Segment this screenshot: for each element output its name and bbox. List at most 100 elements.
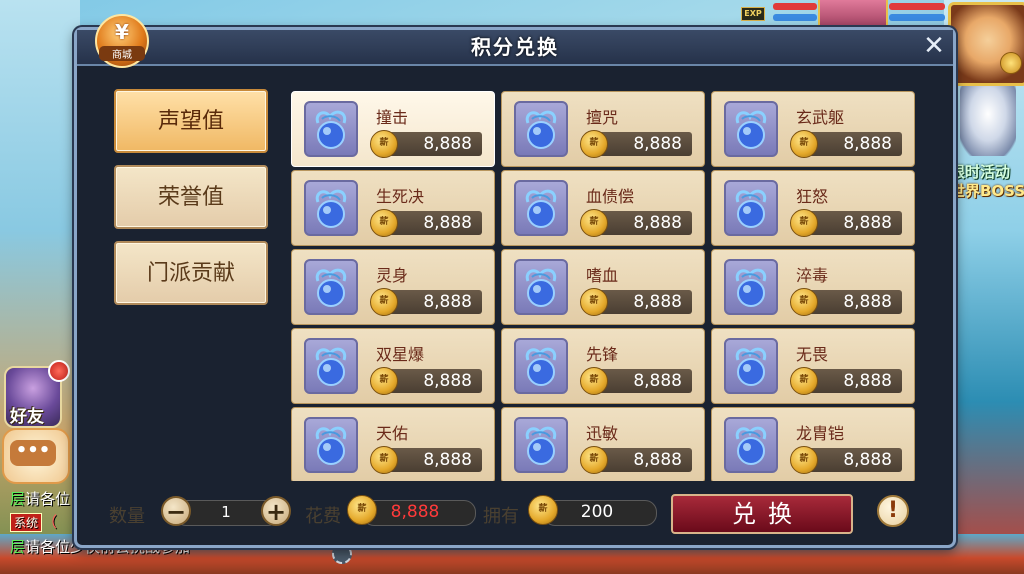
quantity-label: 数量: [109, 506, 145, 527]
orb-icon: [304, 101, 358, 157]
exp-badge: EXP: [741, 7, 765, 21]
orb-icon: [514, 417, 568, 473]
item-card[interactable]: 迅敏薪 8,888: [501, 407, 705, 481]
item-price: 8,888: [423, 450, 472, 470]
pet-portrait[interactable]: [818, 0, 888, 30]
item-price: 8,888: [843, 450, 892, 470]
item-name: 生死决: [376, 187, 425, 206]
limited-event-label[interactable]: 限时活动: [950, 161, 1010, 182]
item-card[interactable]: 龙胄铠薪 8,888: [711, 407, 915, 481]
item-name: 撞击: [376, 108, 409, 127]
player-mp-bar: [773, 14, 817, 21]
orb-icon: [304, 417, 358, 473]
world-boss-label[interactable]: 世界BOSS: [950, 180, 1024, 201]
item-price: 8,888: [843, 213, 892, 233]
yen-glyph: ¥: [115, 20, 129, 44]
item-name: 灵身: [376, 266, 409, 285]
system-channel-tag: 系统: [10, 513, 43, 532]
item-price: 8,888: [843, 371, 892, 391]
item-name: 血债偿: [586, 187, 635, 206]
cost-label: 花费: [305, 506, 341, 527]
chat-line: 层请各位: [10, 488, 70, 509]
quantity-plus-button[interactable]: +: [261, 496, 291, 526]
item-name: 淬毒: [796, 266, 829, 285]
item-card[interactable]: 擅咒薪 8,888: [501, 91, 705, 167]
info-button[interactable]: !: [877, 495, 909, 527]
tab-sect-contribution[interactable]: 门派贡献: [114, 241, 268, 305]
close-button[interactable]: ✕: [921, 33, 947, 60]
orb-icon: [724, 180, 778, 236]
item-card[interactable]: 狂怒薪 8,888: [711, 170, 915, 246]
item-card[interactable]: 无畏薪 8,888: [711, 328, 915, 404]
item-name: 狂怒: [796, 187, 829, 206]
cost-coin-icon: 薪: [347, 495, 377, 525]
item-card[interactable]: 生死决薪 8,888: [291, 170, 495, 246]
item-price: 8,888: [633, 134, 682, 154]
quantity-minus-button[interactable]: −: [161, 496, 191, 526]
item-card[interactable]: 先锋薪 8,888: [501, 328, 705, 404]
chat-channel-tag: 层: [10, 490, 26, 508]
chat-bubble-icon: •••: [10, 440, 56, 466]
exchange-button[interactable]: 兑换: [671, 494, 853, 534]
item-card[interactable]: 嗜血薪 8,888: [501, 249, 705, 325]
item-name: 龙胄铠: [796, 424, 845, 443]
chat-line: 系统（: [10, 511, 57, 532]
item-card[interactable]: 双星爆薪 8,888: [291, 328, 495, 404]
friends-label: 好友: [10, 407, 44, 427]
shop-bag-icon[interactable]: ¥ 商城: [95, 14, 149, 68]
orb-icon: [514, 259, 568, 315]
points-exchange-panel: 积分兑换 ¥ 商城 ✕ 声望值 荣誉值 门派贡献 撞击薪 8,888 擅咒薪 8,88…: [74, 14, 956, 548]
orb-icon: [304, 180, 358, 236]
owned-label: 拥有: [483, 506, 519, 527]
orb-icon: [724, 338, 778, 394]
orb-icon: [724, 259, 778, 315]
orb-icon: [304, 338, 358, 394]
item-name: 玄武躯: [796, 108, 845, 127]
orb-icon: [514, 180, 568, 236]
tab-reputation[interactable]: 声望值: [114, 89, 268, 153]
item-card[interactable]: 血债偿薪 8,888: [501, 170, 705, 246]
item-card[interactable]: 淬毒薪 8,888: [711, 249, 915, 325]
item-name: 天佑: [376, 424, 409, 443]
item-name: 无畏: [796, 345, 829, 364]
chat-message: （: [42, 513, 58, 531]
item-price: 8,888: [843, 292, 892, 312]
item-price: 8,888: [423, 371, 472, 391]
item-name: 擅咒: [586, 108, 619, 127]
orb-icon: [724, 417, 778, 473]
item-price: 8,888: [633, 371, 682, 391]
item-name: 迅敏: [586, 424, 619, 443]
orb-icon: [514, 101, 568, 157]
item-price: 8,888: [633, 213, 682, 233]
chat-channel-tag: 层: [10, 538, 26, 556]
panel-title: 积分兑换: [471, 35, 559, 59]
item-card[interactable]: 玄武躯薪 8,888: [711, 91, 915, 167]
item-price: 8,888: [843, 134, 892, 154]
item-card[interactable]: 天佑薪 8,888: [291, 407, 495, 481]
item-price: 8,888: [423, 134, 472, 154]
shop-label: 商城: [99, 46, 145, 61]
chat-message: 请各位: [25, 490, 71, 508]
orb-icon: [514, 338, 568, 394]
tab-honor[interactable]: 荣誉值: [114, 165, 268, 229]
owned-coin-icon: 薪: [528, 495, 558, 525]
item-name: 先锋: [586, 345, 619, 364]
item-card[interactable]: 灵身薪 8,888: [291, 249, 495, 325]
owned-value: 200: [580, 502, 614, 522]
pet-hp-bar: [889, 3, 945, 10]
item-card[interactable]: 撞击薪 8,888: [291, 91, 495, 167]
item-grid[interactable]: 撞击薪 8,888 擅咒薪 8,888 玄武躯薪 8,888 生死决薪 8,888 血债偿薪 8,…: [291, 91, 921, 481]
item-price: 8,888: [633, 292, 682, 312]
item-price: 8,888: [633, 450, 682, 470]
orb-icon: [304, 259, 358, 315]
item-name: 双星爆: [376, 345, 425, 364]
notification-dot-icon: [48, 360, 70, 382]
player-hp-bar: [773, 3, 817, 10]
pet-mp-bar: [889, 14, 945, 21]
event-boss-icon[interactable]: [960, 86, 1016, 156]
item-price: 8,888: [423, 292, 472, 312]
gold-coin-icon: [1000, 52, 1022, 74]
orb-icon: [724, 101, 778, 157]
item-name: 嗜血: [586, 266, 619, 285]
item-price: 8,888: [423, 213, 472, 233]
